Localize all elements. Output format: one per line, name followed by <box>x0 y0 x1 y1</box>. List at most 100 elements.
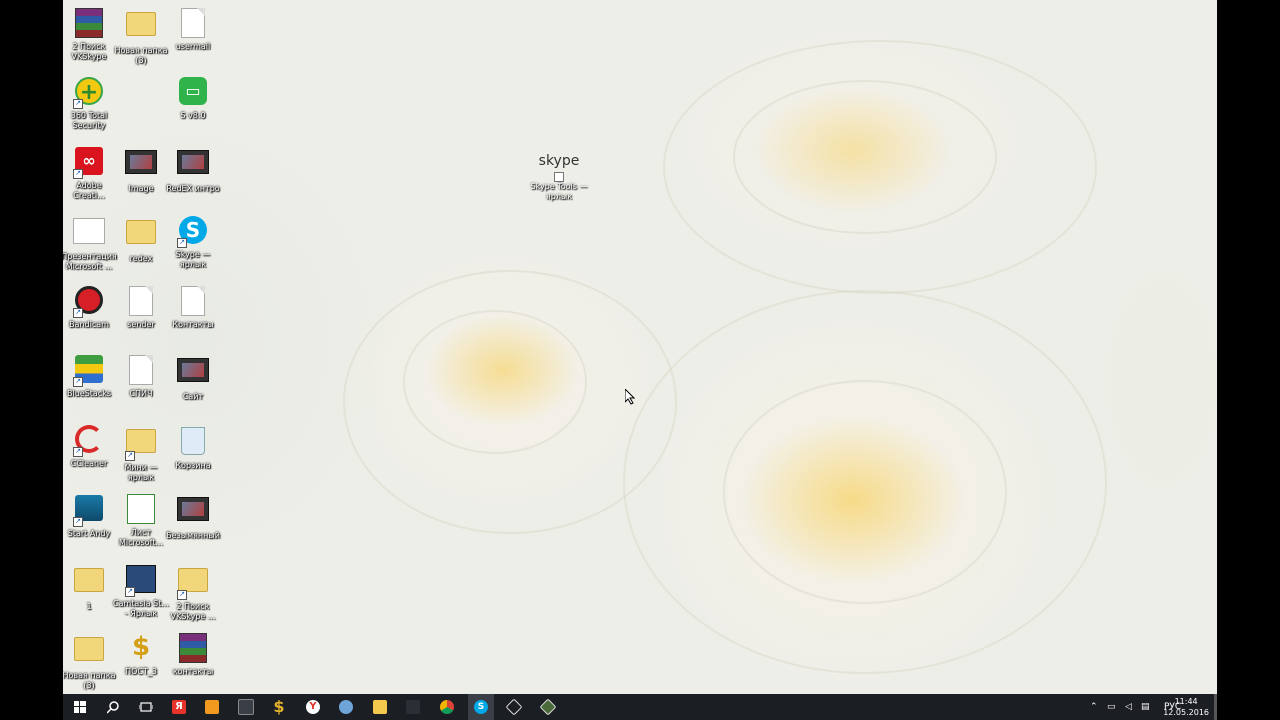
rose-petal-outline <box>723 380 1007 604</box>
show-desktop-button[interactable] <box>1214 694 1217 720</box>
icon-label: СПИЧ <box>129 389 153 398</box>
shortcut-arrow-icon: ↗ <box>125 451 135 461</box>
taskbar-file-explorer[interactable] <box>367 694 393 720</box>
letterbox-right <box>1217 0 1280 720</box>
desktop-icon-s-v8[interactable]: ▭ S v8.0 <box>165 75 221 121</box>
winrar-icon <box>179 633 207 663</box>
desktop-icon-image-video[interactable]: Image <box>113 145 169 194</box>
desktop-icon-excel-sheet[interactable]: Лист Microsoft... <box>113 492 169 548</box>
text-file-icon <box>181 8 205 38</box>
taskbar-app-2[interactable] <box>535 694 561 720</box>
desktop-icon-360-total-security[interactable]: + ↗ 360 Total Security <box>63 75 117 131</box>
desktop-icon-skype-shortcut[interactable]: S ↗ Skype — ярлык <box>165 214 221 270</box>
shortcut-arrow-icon: ↗ <box>125 587 135 597</box>
icon-label: CCleaner <box>70 459 108 468</box>
excel-icon <box>127 494 155 524</box>
desktop-icon-winrar-archive[interactable]: 2 Поиск VKSkype <box>63 6 117 62</box>
taskbar-app-1[interactable] <box>501 694 527 720</box>
desktop-icon-kontakty-archive[interactable]: контакты <box>165 631 221 677</box>
start-button[interactable] <box>67 694 93 720</box>
taskbar-skype[interactable]: S <box>468 694 494 720</box>
shortcut-arrow-icon: ↗ <box>73 377 83 387</box>
desktop-icon-mini-shortcut[interactable]: ↗ Мини — ярлык <box>113 423 169 483</box>
desktop-icon-powerpoint-presentation[interactable]: Презентация Microsoft ... <box>63 214 117 272</box>
task-view-icon <box>139 702 153 712</box>
taskbar: Я $ Y S ⌃ ▭ ◁ ▤ РУС 11:44 12.05.2016 <box>63 694 1217 720</box>
skype-logo-icon: skype <box>538 153 580 169</box>
icon-label: 1 <box>86 602 92 611</box>
money-icon: $ <box>131 632 151 662</box>
vk-icon <box>406 700 420 714</box>
folder-icon <box>74 637 104 661</box>
icon-label: S v8.0 <box>180 111 206 120</box>
shortcut-arrow-icon: ↗ <box>73 99 83 109</box>
shortcut-arrow-icon <box>554 172 564 182</box>
icon-label: Контакты <box>172 320 214 329</box>
desktop-icon-skype-tools[interactable]: skype Skype Tools — ярлык <box>528 152 590 202</box>
media-player-icon <box>205 700 219 714</box>
icon-label: 360 Total Security <box>70 111 108 130</box>
desktop-icon-recycle-bin[interactable]: Корзина <box>165 423 221 471</box>
desktop-icon-kontakty[interactable]: Контакты <box>165 284 221 330</box>
desktop-icon-sait[interactable]: Сайт <box>165 353 221 402</box>
taskbar-yandex[interactable]: Я <box>166 694 192 720</box>
desktop-icon-post-3[interactable]: $ ПОСТ_3 <box>113 631 169 677</box>
icon-label: sender <box>127 320 155 329</box>
icon-label: Мини — ярлык <box>124 463 158 482</box>
rose-petal-outline <box>403 310 587 454</box>
desktop-icon-new-folder-3[interactable]: Новая папка (3) <box>113 6 169 66</box>
mouse-cursor <box>625 389 635 405</box>
desktop-icon-bezymyanny[interactable]: Безымянный <box>165 492 221 541</box>
desktop-icon-folder-1[interactable]: 1 <box>63 562 117 612</box>
diamond-app-icon <box>505 698 523 716</box>
tray-chevron-up-icon[interactable]: ⌃ <box>1090 694 1098 720</box>
desktop-icon-redex-intro[interactable]: RedEX интро <box>165 145 221 194</box>
tray-notification-icon[interactable]: ▤ <box>1141 694 1150 720</box>
taskbar-media-player[interactable] <box>199 694 225 720</box>
rose-petal-outline <box>733 80 997 234</box>
search-button[interactable] <box>100 694 126 720</box>
letterbox-left <box>0 0 63 720</box>
powerpoint-icon <box>73 218 105 244</box>
desktop-icon-new-folder-3[interactable]: Новая папка (3) <box>63 631 117 691</box>
icon-label: Skype — ярлык <box>175 250 211 269</box>
skype-icon: S <box>474 700 488 714</box>
icon-label: ПОСТ_3 <box>125 667 157 676</box>
icon-label: Лист Microsoft... <box>118 528 164 547</box>
video-file-icon <box>177 358 209 382</box>
desktop-icon-vkskype-search[interactable]: ↗ 2 Поиск VKSkype ... <box>165 562 221 622</box>
taskbar-vk[interactable] <box>400 694 426 720</box>
desktop-icon-ccleaner[interactable]: ↗ CCleaner <box>63 423 117 469</box>
yandex-icon: Я <box>172 700 186 714</box>
desktop-icon-redex-folder[interactable]: redex <box>113 214 169 264</box>
taskbar-chrome[interactable] <box>434 694 460 720</box>
desktop-icon-adobe-creative-cloud[interactable]: ∞ ↗ Adobe Creati... <box>63 145 117 201</box>
desktop-icon-sender[interactable]: sender <box>113 284 169 330</box>
desktop-icon-camtasia[interactable]: ↗ Camtasia St... - Ярлык <box>113 562 169 619</box>
folder-icon <box>373 700 387 714</box>
icon-label: 2 Поиск VKSkype <box>71 42 107 61</box>
desktop-icon-usermail[interactable]: usermail <box>165 6 221 52</box>
folder-icon <box>126 429 156 453</box>
folder-icon <box>74 568 104 592</box>
taskbar-bird-app[interactable] <box>333 694 359 720</box>
icon-label: RedEX интро <box>166 184 220 193</box>
task-view-button[interactable] <box>133 694 159 720</box>
tray-network-icon[interactable]: ▭ <box>1107 694 1119 720</box>
search-icon <box>106 700 119 714</box>
winrar-icon <box>75 8 103 38</box>
desktop-icon-bluestacks[interactable]: ↗ BlueStacks <box>63 353 117 399</box>
icon-label: Новая папка (3) <box>63 671 116 690</box>
taskbar-calculator[interactable] <box>233 694 259 720</box>
desktop-icon-spich[interactable]: СПИЧ <box>113 353 169 399</box>
shortcut-arrow-icon: ↗ <box>73 308 83 318</box>
file-icon <box>129 286 153 316</box>
tray-clock[interactable]: 11:44 12.05.2016 <box>1163 696 1209 718</box>
taskbar-yandex-browser[interactable]: Y <box>300 694 326 720</box>
money-icon: $ <box>273 697 285 716</box>
desktop-icon-bandicam[interactable]: ↗ Bandicam <box>63 284 117 330</box>
tray-volume-icon[interactable]: ◁ <box>1125 694 1132 720</box>
taskbar-money-app[interactable]: $ <box>266 694 292 720</box>
desktop-icon-start-andy[interactable]: ↗ Start Andy <box>63 492 117 539</box>
icon-label: Безымянный <box>166 531 220 540</box>
